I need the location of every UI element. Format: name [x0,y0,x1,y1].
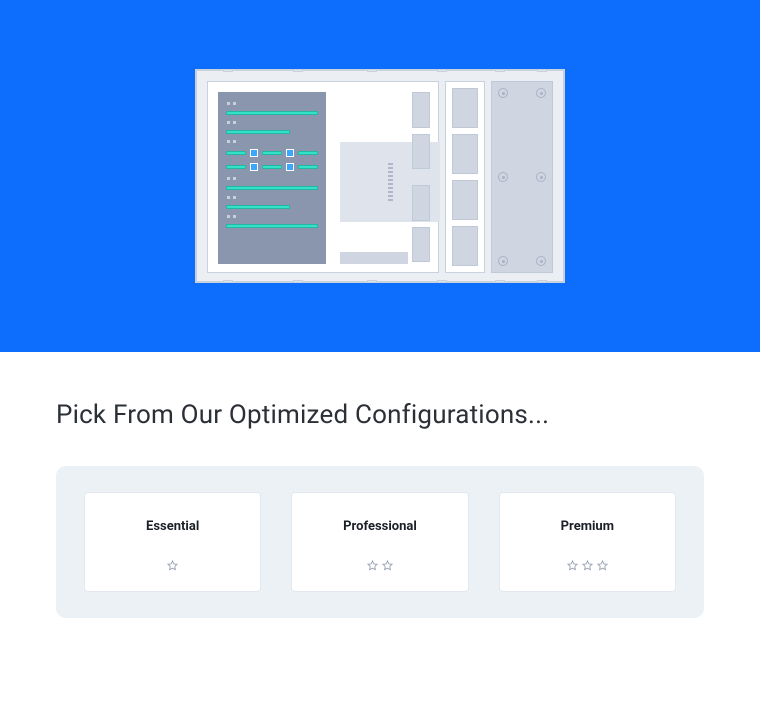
star-icon [597,560,608,571]
plan-title: Professional [343,519,417,534]
server-illustration [195,69,565,283]
star-icon [567,560,578,571]
configurations-heading: Pick From Our Optimized Configurations..… [56,400,704,430]
plan-rating [167,560,178,571]
star-icon [367,560,378,571]
plan-professional[interactable]: Professional [291,492,468,592]
plan-title: Essential [146,519,199,534]
plan-title: Premium [561,519,614,534]
plans-container: Essential Professional Premium [56,466,704,618]
star-icon [582,560,593,571]
star-icon [382,560,393,571]
plan-rating [367,560,393,571]
plan-premium[interactable]: Premium [499,492,676,592]
star-icon [167,560,178,571]
plan-rating [567,560,608,571]
plan-essential[interactable]: Essential [84,492,261,592]
hero-banner [0,0,760,352]
